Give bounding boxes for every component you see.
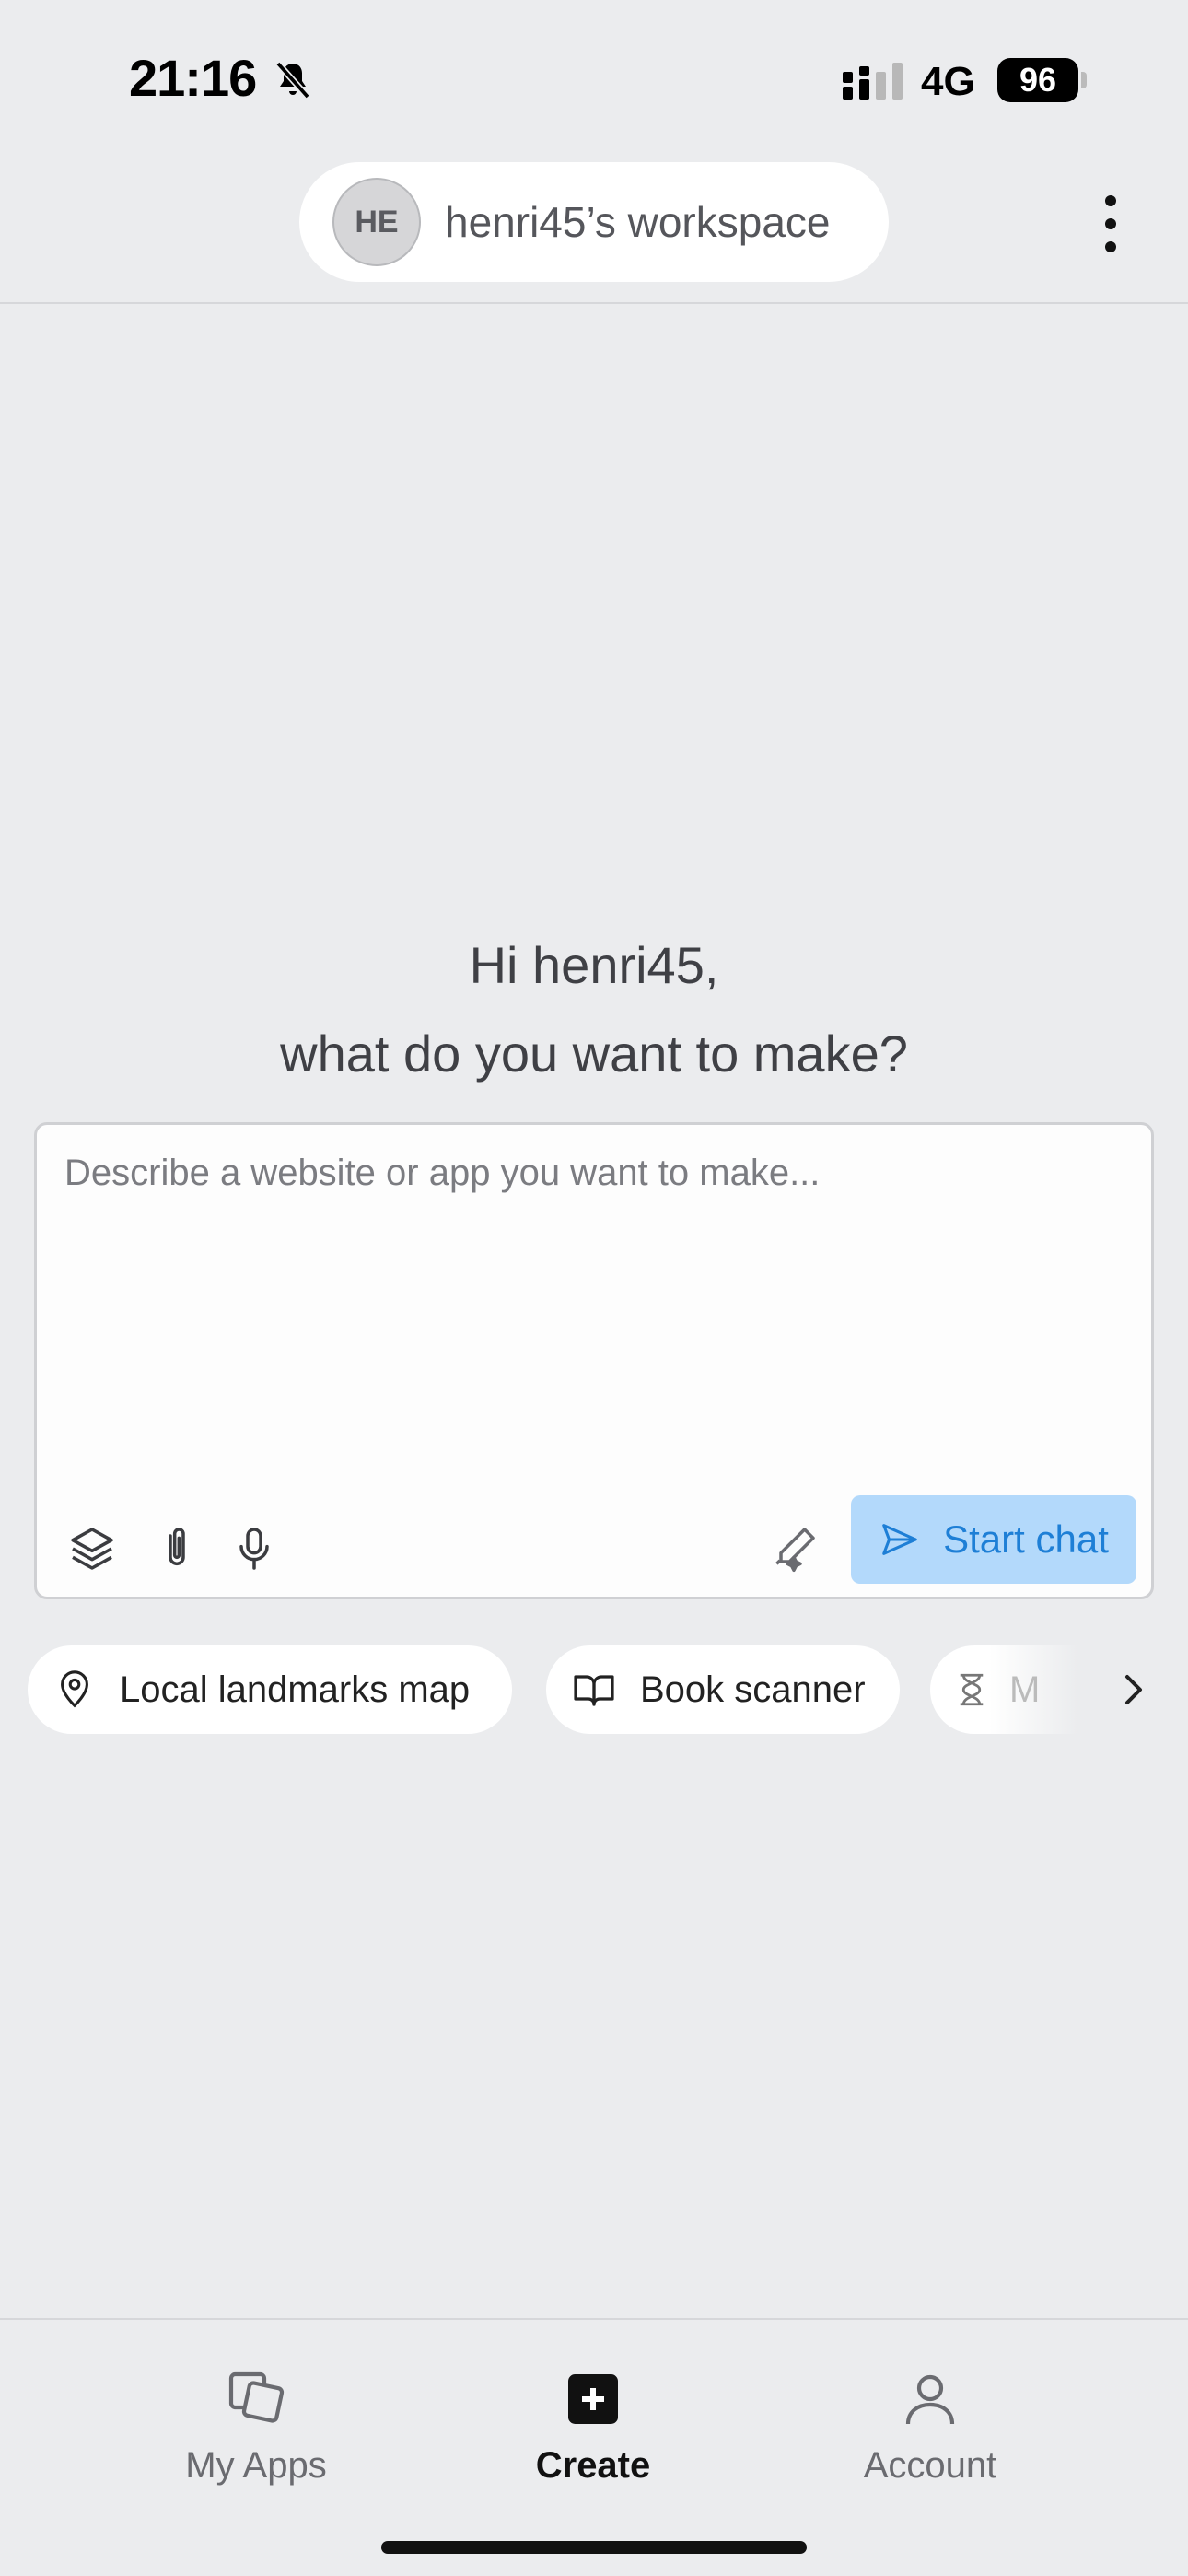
greeting-line-2: what do you want to make? [280, 1025, 908, 1083]
nav-label: Account [863, 2445, 997, 2486]
nav-account[interactable]: Account [810, 2366, 1050, 2487]
more-vertical-icon[interactable] [1092, 192, 1129, 256]
suggestion-row: Local landmarks map Book scanner M [28, 1645, 1170, 1736]
battery-indicator: 96 [997, 58, 1078, 102]
book-open-icon [574, 1675, 614, 1706]
plus-square-icon [568, 2374, 618, 2424]
bottom-nav: My Apps Create Account [0, 2318, 1188, 2576]
apps-stack-icon [228, 2371, 285, 2423]
start-chat-button[interactable]: Start chat [851, 1495, 1136, 1584]
home-indicator [381, 2541, 807, 2554]
app-screen: 21:16 4G 96 HE henri45’s workspace Hi he… [0, 0, 1188, 2576]
avatar: HE [332, 178, 421, 266]
map-pin-icon [61, 1670, 88, 1708]
magic-pen-icon[interactable] [768, 1523, 820, 1575]
battery-tip [1081, 72, 1087, 88]
nav-my-apps[interactable]: My Apps [136, 2366, 376, 2487]
user-icon [905, 2374, 955, 2425]
nav-label: Create [535, 2445, 651, 2486]
app-header: HE henri45’s workspace [0, 157, 1188, 304]
suggestion-label: Book scanner [640, 1669, 866, 1710]
signal-bars-icon [843, 63, 903, 100]
status-time: 21:16 [129, 49, 257, 107]
workspace-switcher[interactable]: HE henri45’s workspace [299, 162, 889, 282]
suggestion-chip-partial[interactable]: M [930, 1645, 1077, 1734]
greeting-line-1: Hi henri45, [469, 936, 719, 994]
hourglass-icon [960, 1673, 984, 1706]
suggestion-chip-local-landmarks-map[interactable]: Local landmarks map [28, 1645, 512, 1734]
suggestion-label: M [1009, 1669, 1041, 1710]
chevron-right-icon[interactable] [1111, 1668, 1155, 1712]
nav-label: My Apps [185, 2445, 327, 2486]
network-type: 4G [921, 59, 975, 104]
status-bar: 21:16 4G 96 [0, 0, 1188, 157]
greeting: Hi henri45, what do you want to make? [0, 921, 1188, 1098]
prompt-box: Start chat [34, 1122, 1154, 1599]
prompt-input[interactable] [64, 1153, 1124, 1484]
layers-icon[interactable] [66, 1523, 118, 1575]
workspace-name: henri45’s workspace [445, 198, 831, 246]
send-icon [882, 1524, 917, 1555]
suggestion-label: Local landmarks map [120, 1669, 471, 1710]
bell-slash-icon [275, 61, 310, 100]
start-chat-label: Start chat [943, 1517, 1109, 1561]
suggestion-chip-book-scanner[interactable]: Book scanner [546, 1645, 900, 1734]
paperclip-icon[interactable] [151, 1523, 203, 1575]
microphone-icon[interactable] [228, 1523, 280, 1575]
nav-create[interactable]: Create [473, 2366, 713, 2487]
